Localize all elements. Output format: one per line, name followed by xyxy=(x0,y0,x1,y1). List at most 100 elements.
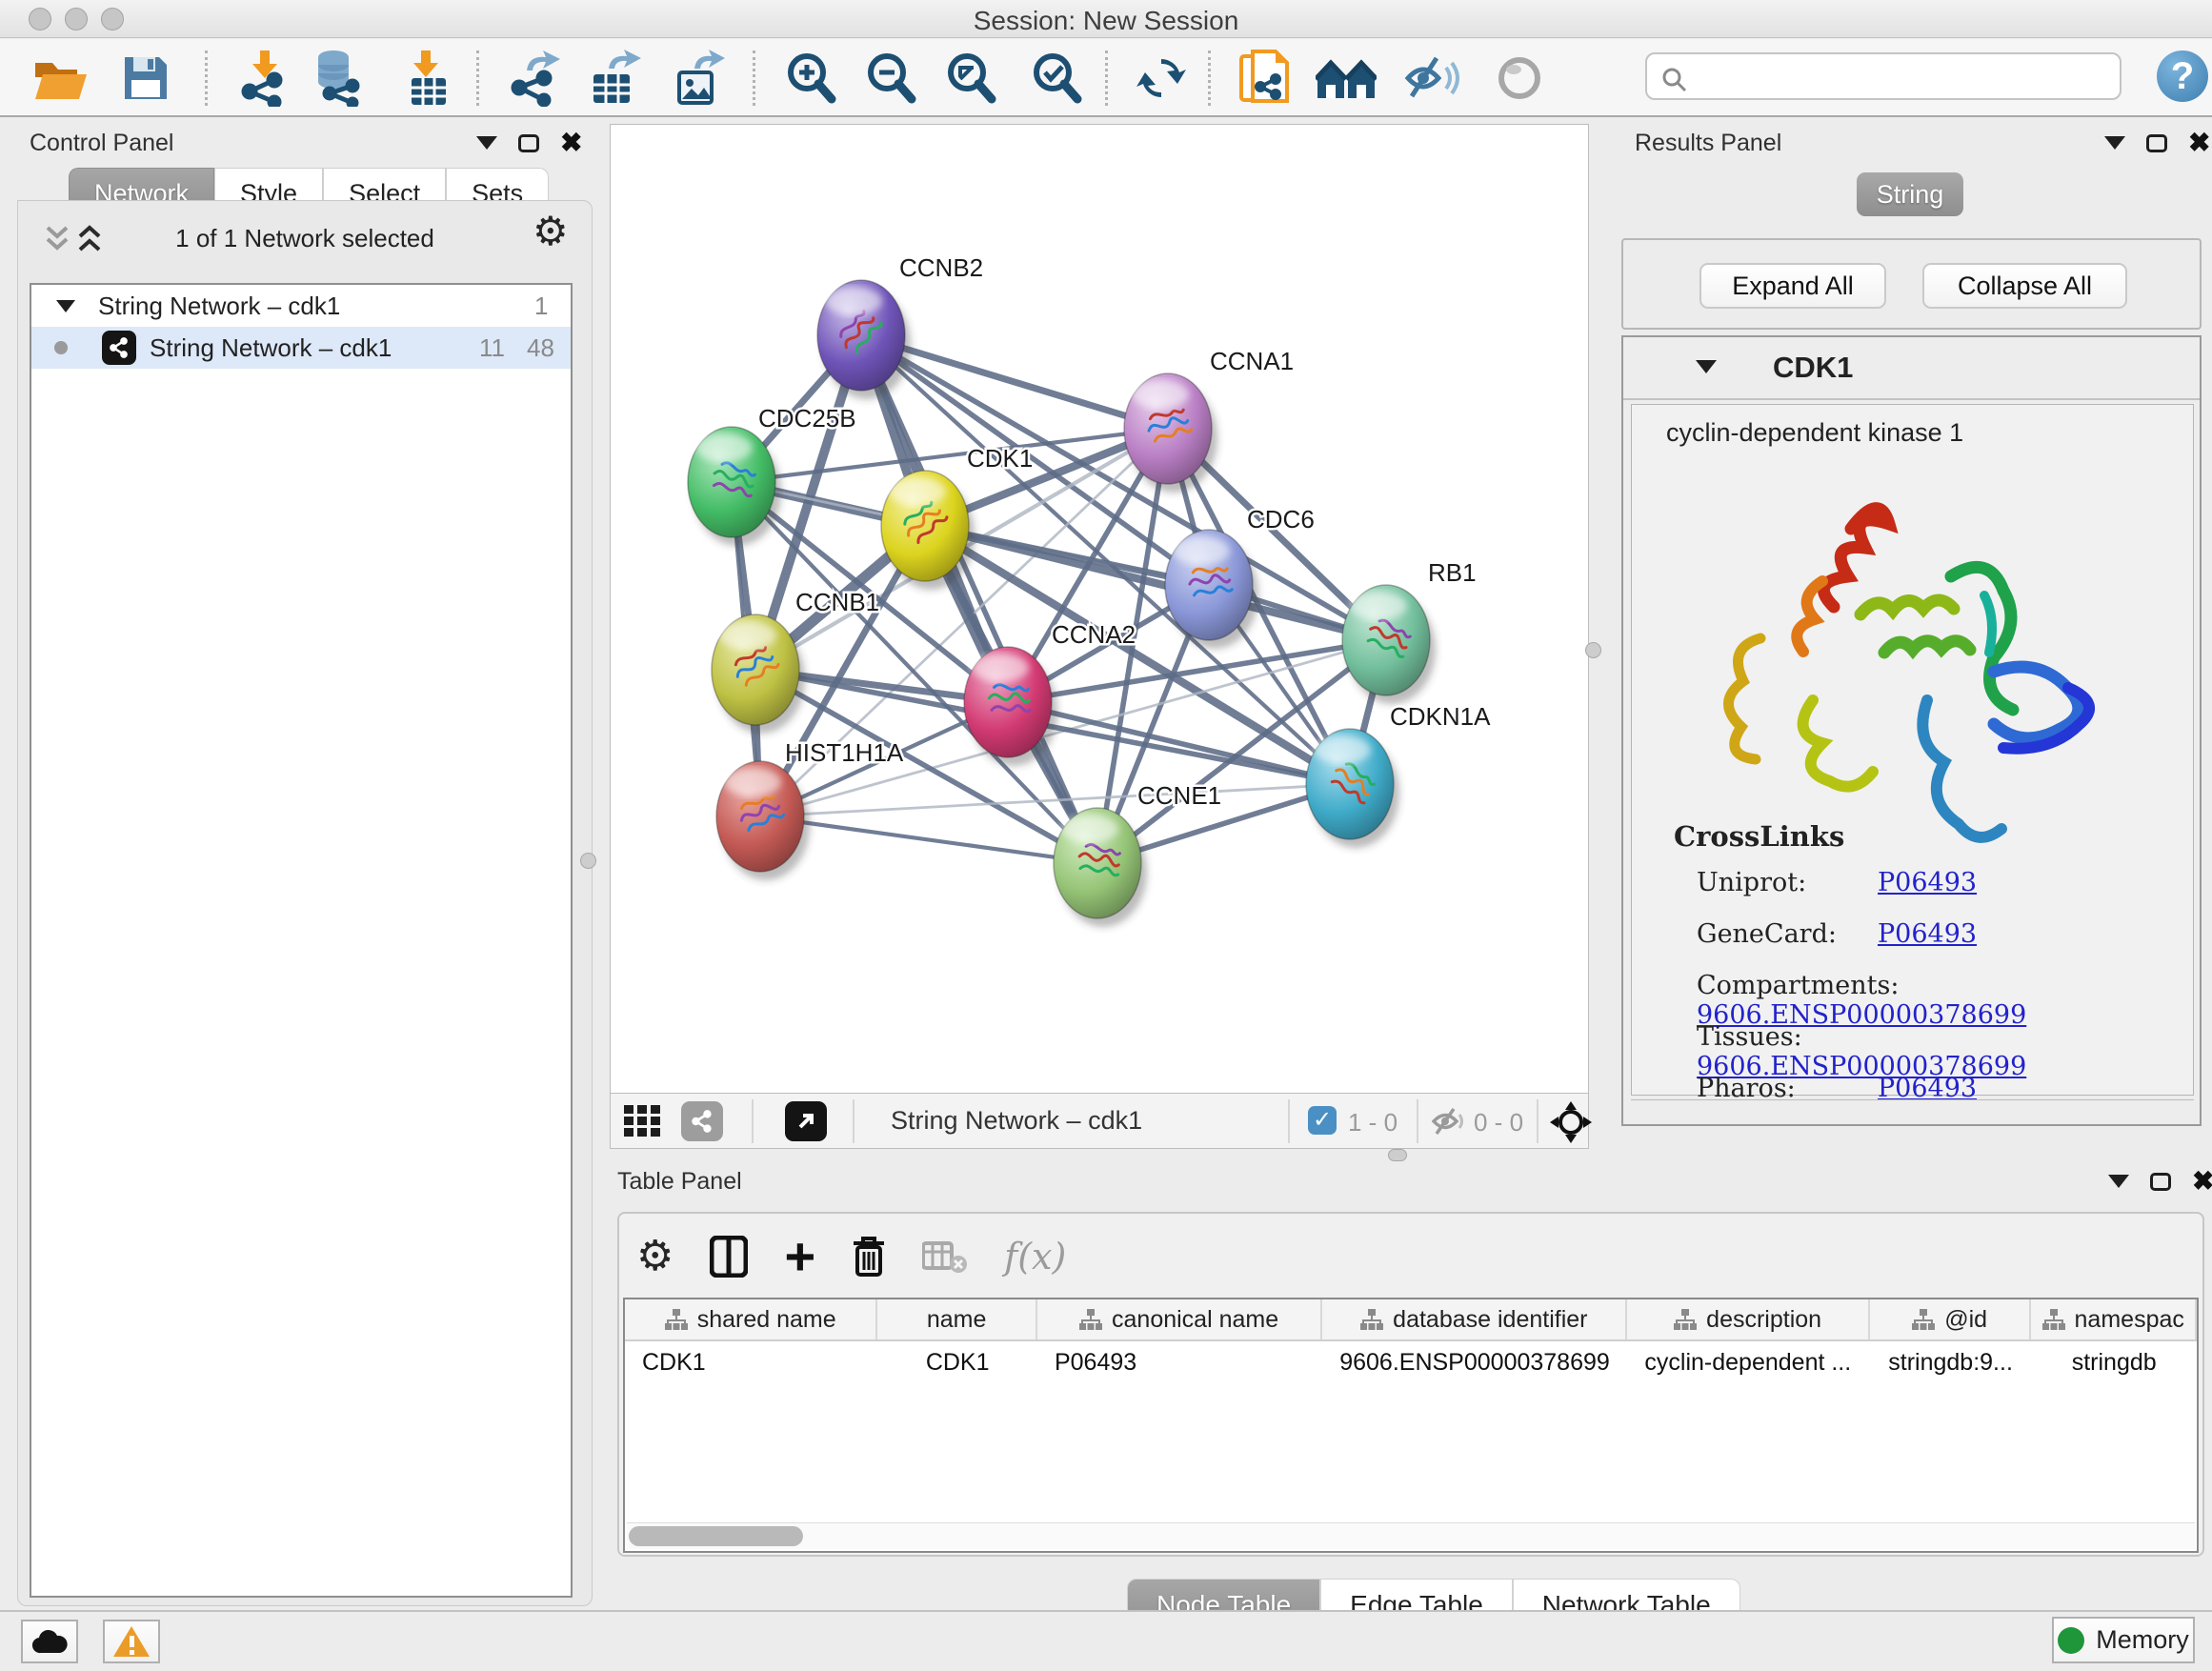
zoom-selected-button[interactable] xyxy=(1025,49,1088,108)
clone-network-button[interactable] xyxy=(1233,49,1296,108)
table-cell[interactable]: stringdb:9... xyxy=(1870,1343,2032,1381)
node-table-container: ⚙ + f(x) shared namenamecanonical nameda… xyxy=(617,1212,2204,1557)
import-database-button[interactable] xyxy=(305,49,368,108)
protein-description: cyclin-dependent kinase 1 xyxy=(1666,418,1963,448)
close-panel-icon[interactable]: ✖ xyxy=(2188,133,2210,152)
birds-eye-view-button[interactable] xyxy=(785,1101,827,1141)
warning-icon xyxy=(112,1625,151,1658)
node-table[interactable]: shared namenamecanonical namedatabase id… xyxy=(623,1298,2199,1553)
network-canvas[interactable]: CCNB2CCNA1CDC25BCDK1CDC6RB1CCNB1CCNA2CDK… xyxy=(610,124,1589,1094)
table-cell[interactable]: 9606.ENSP00000378699 xyxy=(1322,1343,1627,1381)
memory-status-dot xyxy=(2058,1627,2084,1654)
network-node-cdc25b[interactable]: CDC25B xyxy=(688,404,856,546)
help-button[interactable]: ? xyxy=(2157,50,2208,102)
network-node-ccnb2[interactable]: CCNB2 xyxy=(817,253,983,399)
table-horizontal-scrollbar[interactable] xyxy=(627,1522,2195,1549)
zoom-in-button[interactable] xyxy=(779,49,842,108)
add-column-icon[interactable]: + xyxy=(784,1238,815,1276)
table-options-gear-icon[interactable]: ⚙ xyxy=(636,1239,674,1274)
section-collapse-icon[interactable] xyxy=(1696,360,1717,373)
column-header--id[interactable]: @id xyxy=(1870,1299,2032,1339)
crosslink-row: GeneCard:P06493 xyxy=(1697,919,1977,949)
network-name: String Network – cdk1 xyxy=(150,333,392,363)
string-view-button[interactable] xyxy=(681,1101,723,1141)
current-network-label: String Network – cdk1 xyxy=(891,1106,1142,1136)
table-cell[interactable]: stringdb xyxy=(2031,1343,2197,1381)
current-network-dot-icon xyxy=(54,341,68,354)
float-panel-icon[interactable] xyxy=(2146,134,2167,152)
import-network-button[interactable] xyxy=(232,49,295,108)
zoom-fit-icon xyxy=(944,51,997,105)
column-header-name[interactable]: name xyxy=(877,1299,1037,1339)
protein-section-header[interactable]: CDK1 xyxy=(1623,337,2200,400)
crosshair-icon[interactable] xyxy=(1550,1101,1592,1143)
tab-string[interactable]: String xyxy=(1857,172,1963,216)
cloud-icon xyxy=(31,1629,68,1654)
hide-glass-button[interactable] xyxy=(1400,49,1463,108)
network-node-ccnb1[interactable]: CCNB1 xyxy=(712,588,879,734)
warnings-button[interactable] xyxy=(103,1620,160,1663)
column-header-canonical-name[interactable]: canonical name xyxy=(1037,1299,1322,1339)
network-edge[interactable] xyxy=(861,335,1097,863)
table-cell[interactable]: cyclin-dependent ... xyxy=(1627,1343,1869,1381)
network-node-ccna2[interactable]: CCNA2 xyxy=(964,620,1136,766)
cloud-button[interactable] xyxy=(21,1620,78,1663)
column-header-database-identifier[interactable]: database identifier xyxy=(1322,1299,1627,1339)
selected-checkbox-icon[interactable]: ✓ xyxy=(1308,1106,1337,1135)
column-header-description[interactable]: description xyxy=(1627,1299,1869,1339)
crosslink-link[interactable]: P06493 xyxy=(1878,868,1977,897)
column-label: @id xyxy=(1944,1306,1987,1334)
column-header-shared-name[interactable]: shared name xyxy=(625,1299,877,1339)
delete-column-trash-icon[interactable] xyxy=(852,1236,886,1278)
collapse-panel-icon[interactable] xyxy=(476,136,497,150)
network-node-rb1[interactable]: RB1 xyxy=(1342,558,1477,704)
crosslink-link[interactable]: P06493 xyxy=(1878,919,1977,949)
float-panel-icon[interactable] xyxy=(518,134,539,152)
search-field[interactable] xyxy=(1645,52,2122,100)
table-cell[interactable]: CDK1 xyxy=(625,1343,877,1381)
collection-row[interactable]: String Network – cdk1 1 xyxy=(31,285,571,327)
clone-document-icon xyxy=(1238,49,1290,108)
crosslink-row: Compartments:9606.ENSP00000378699 xyxy=(1697,971,2193,1030)
scrollbar-thumb[interactable] xyxy=(629,1526,803,1546)
protein-structure-image xyxy=(1708,462,2108,872)
export-image-button[interactable] xyxy=(667,49,730,108)
table-cell[interactable]: CDK1 xyxy=(877,1343,1037,1381)
hidden-eye-slash-icon[interactable] xyxy=(1432,1106,1466,1137)
left-splitter-handle[interactable] xyxy=(580,853,596,869)
network-node-ccne1[interactable]: CCNE1 xyxy=(1054,781,1221,927)
show-glass-button[interactable] xyxy=(1488,49,1551,108)
memory-button[interactable]: Memory xyxy=(2052,1617,2195,1663)
network-edge[interactable] xyxy=(760,816,1097,863)
collapse-all-button[interactable]: Collapse All xyxy=(1922,263,2127,309)
close-panel-icon[interactable]: ✖ xyxy=(2192,1172,2212,1191)
refresh-button[interactable] xyxy=(1130,49,1193,108)
search-input[interactable] xyxy=(1693,61,2102,92)
zoom-fit-button[interactable] xyxy=(939,49,1002,108)
network-row[interactable]: String Network – cdk1 11 48 xyxy=(31,327,571,369)
network-node-cdkn1a[interactable]: CDKN1A xyxy=(1306,702,1491,848)
expand-all-button[interactable]: Expand All xyxy=(1699,263,1886,309)
zoom-out-button[interactable] xyxy=(859,49,922,108)
string-home-button[interactable] xyxy=(1315,49,1377,108)
collapse-panel-icon[interactable] xyxy=(2108,1175,2129,1188)
import-table-icon xyxy=(404,50,452,107)
column-header-namespac[interactable]: namespac xyxy=(2031,1299,2197,1339)
float-panel-icon[interactable] xyxy=(2150,1173,2171,1191)
collection-expand-icon[interactable] xyxy=(56,300,75,312)
toolbar-separator xyxy=(205,50,208,106)
close-panel-icon[interactable]: ✖ xyxy=(560,133,582,152)
collapse-panel-icon[interactable] xyxy=(2104,136,2125,150)
save-session-button[interactable] xyxy=(114,49,177,108)
export-network-button[interactable] xyxy=(503,49,566,108)
show-columns-icon[interactable] xyxy=(710,1236,748,1278)
export-table-button[interactable] xyxy=(583,49,646,108)
table-cell[interactable]: P06493 xyxy=(1037,1343,1322,1381)
table-row[interactable]: CDK1CDK1P064939606.ENSP00000378699cyclin… xyxy=(625,1343,2197,1381)
grid-view-button[interactable] xyxy=(624,1103,662,1144)
open-session-button[interactable] xyxy=(29,49,91,108)
collection-count: 1 xyxy=(534,292,548,321)
network-options-gear-icon[interactable]: ⚙ xyxy=(533,214,569,249)
network-edge[interactable] xyxy=(925,526,1386,640)
import-table-button[interactable] xyxy=(396,49,459,108)
